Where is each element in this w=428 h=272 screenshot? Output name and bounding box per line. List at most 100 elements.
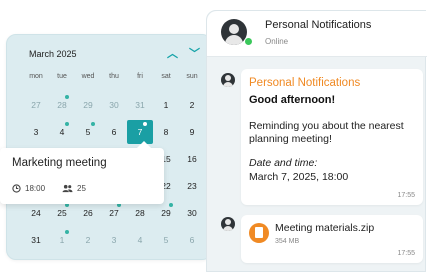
calendar-day[interactable]: 24 bbox=[23, 201, 49, 225]
event-indicator-dot bbox=[91, 122, 95, 126]
calendar-day-number: 4 bbox=[137, 235, 143, 245]
message-bubble[interactable]: Personal Notifications Good afternoon! R… bbox=[241, 69, 423, 205]
calendar-day-number: 29 bbox=[161, 208, 171, 218]
event-indicator-dot bbox=[65, 95, 69, 99]
calendar-day-number: 5 bbox=[163, 235, 169, 245]
event-time: 18:00 bbox=[12, 184, 45, 193]
calendar-day[interactable]: 3 bbox=[23, 120, 49, 144]
online-status-dot bbox=[244, 37, 253, 46]
calendar-day-number: 3 bbox=[33, 127, 39, 137]
calendar-day[interactable]: 23 bbox=[179, 174, 205, 198]
calendar-day-number: 23 bbox=[187, 181, 197, 191]
calendar-day[interactable]: 26 bbox=[75, 201, 101, 225]
calendar-day[interactable]: 5 bbox=[75, 120, 101, 144]
calendar-day-number: 27 bbox=[109, 208, 119, 218]
calendar-day-number: 8 bbox=[163, 127, 169, 137]
calendar-day[interactable]: 3 bbox=[101, 228, 127, 252]
attachment-size: 354 MB bbox=[275, 238, 300, 245]
chevron-up-icon[interactable]: ︿ bbox=[167, 45, 178, 61]
calendar-day[interactable]: 31 bbox=[127, 93, 153, 117]
event-time-label: 18:00 bbox=[25, 184, 46, 193]
calendar-day[interactable]: 25 bbox=[49, 201, 75, 225]
calendar-day-number: 6 bbox=[111, 127, 117, 137]
attachment-name[interactable]: Meeting materials.zip bbox=[275, 222, 374, 234]
chat-header: Personal Notifications Online bbox=[207, 11, 427, 57]
attachment-bubble[interactable]: Meeting materials.zip 354 MB 17:55 bbox=[241, 215, 423, 263]
event-indicator-dot bbox=[65, 230, 69, 234]
event-attendees: 25 bbox=[62, 184, 86, 193]
calendar-day-number: 3 bbox=[111, 235, 117, 245]
message-heading: Personal Notifications bbox=[249, 77, 361, 89]
calendar-day[interactable]: 9 bbox=[179, 120, 205, 144]
event-popover[interactable]: Marketing meeting 18:00 25 bbox=[0, 148, 164, 204]
calendar-day[interactable]: 5 bbox=[153, 228, 179, 252]
file-icon[interactable] bbox=[249, 223, 269, 243]
calendar-day[interactable]: 6 bbox=[101, 120, 127, 144]
calendar-day-number: 30 bbox=[109, 100, 119, 110]
calendar-day[interactable]: 2 bbox=[75, 228, 101, 252]
calendar-day[interactable]: 4 bbox=[127, 228, 153, 252]
chat-panel: Personal Notifications Online Personal N… bbox=[206, 10, 427, 272]
calendar-day[interactable]: 31 bbox=[23, 228, 49, 252]
event-indicator-dot bbox=[169, 203, 173, 207]
chevron-down-icon[interactable]: ﹀ bbox=[189, 45, 200, 61]
calendar-day-number: 31 bbox=[31, 235, 41, 245]
calendar-day[interactable]: 27 bbox=[23, 93, 49, 117]
calendar-day-number: 2 bbox=[189, 100, 195, 110]
calendar-day[interactable]: 27 bbox=[101, 201, 127, 225]
calendar-day[interactable]: 4 bbox=[49, 120, 75, 144]
event-indicator-dot bbox=[143, 122, 147, 126]
clock-icon bbox=[12, 184, 21, 193]
calendar-day[interactable]: 29 bbox=[153, 201, 179, 225]
calendar-day-number: 5 bbox=[85, 127, 91, 137]
calendar-day[interactable]: 28 bbox=[127, 201, 153, 225]
calendar-day-number: 7 bbox=[137, 127, 143, 137]
message-timestamp: 17:55 bbox=[397, 192, 415, 199]
calendar-day[interactable]: 6 bbox=[179, 228, 205, 252]
calendar-day[interactable]: 1 bbox=[153, 93, 179, 117]
calendar-month-label: March 2025 bbox=[29, 49, 77, 59]
calendar-day-number: 27 bbox=[31, 100, 41, 110]
message-body: Reminding you about the nearest planning… bbox=[249, 120, 404, 145]
calendar-day-number: 31 bbox=[135, 100, 145, 110]
message-greeting: Good afternoon! bbox=[249, 94, 336, 106]
people-icon bbox=[62, 184, 73, 193]
weekday-label: fri bbox=[137, 73, 143, 80]
message-avatar bbox=[221, 73, 235, 87]
calendar-day[interactable]: 30 bbox=[101, 93, 127, 117]
calendar-day[interactable]: 29 bbox=[75, 93, 101, 117]
calendar-day[interactable]: 28 bbox=[49, 93, 75, 117]
calendar-day-number: 9 bbox=[189, 127, 195, 137]
calendar-day-number: 4 bbox=[59, 127, 65, 137]
weekday-label: sun bbox=[186, 73, 198, 80]
calendar-day-number: 30 bbox=[187, 208, 197, 218]
calendar-card: March 2025 ︿ ﹀ mon tue wed thu fri sat sun 27 2… bbox=[6, 34, 212, 260]
calendar-day-number: 2 bbox=[85, 235, 91, 245]
event-attendees-count: 25 bbox=[77, 184, 86, 193]
calendar-day-number: 1 bbox=[59, 235, 65, 245]
calendar-day-number: 16 bbox=[187, 154, 197, 164]
event-title: Marketing meeting bbox=[12, 157, 107, 169]
calendar-day-number: 28 bbox=[57, 100, 67, 110]
calendar-day-number: 25 bbox=[57, 208, 67, 218]
weekday-label: thu bbox=[109, 73, 119, 80]
event-indicator-dot bbox=[65, 122, 69, 126]
weekday-label: mon bbox=[29, 73, 43, 80]
calendar-day[interactable]: 16 bbox=[179, 147, 205, 171]
chat-status: Online bbox=[265, 37, 289, 46]
calendar-day-number: 26 bbox=[83, 208, 93, 218]
calendar-day-number: 29 bbox=[83, 100, 93, 110]
calendar-day-number: 24 bbox=[31, 208, 41, 218]
weekday-label: wed bbox=[81, 73, 95, 80]
attachment-avatar bbox=[221, 217, 235, 231]
calendar-day[interactable]: 2 bbox=[179, 93, 205, 117]
weekday-label: tue bbox=[57, 73, 67, 80]
calendar-day-number: 6 bbox=[189, 235, 195, 245]
attachment-timestamp: 17:55 bbox=[397, 250, 415, 257]
calendar-day[interactable]: 30 bbox=[179, 201, 205, 225]
calendar-day[interactable]: 1 bbox=[49, 228, 75, 252]
calendar-day-number: 1 bbox=[163, 100, 169, 110]
weekday-label: sat bbox=[161, 73, 171, 80]
message-datetime: March 7, 2025, 18:00 bbox=[249, 171, 349, 183]
calendar-day[interactable]: 8 bbox=[153, 120, 179, 144]
